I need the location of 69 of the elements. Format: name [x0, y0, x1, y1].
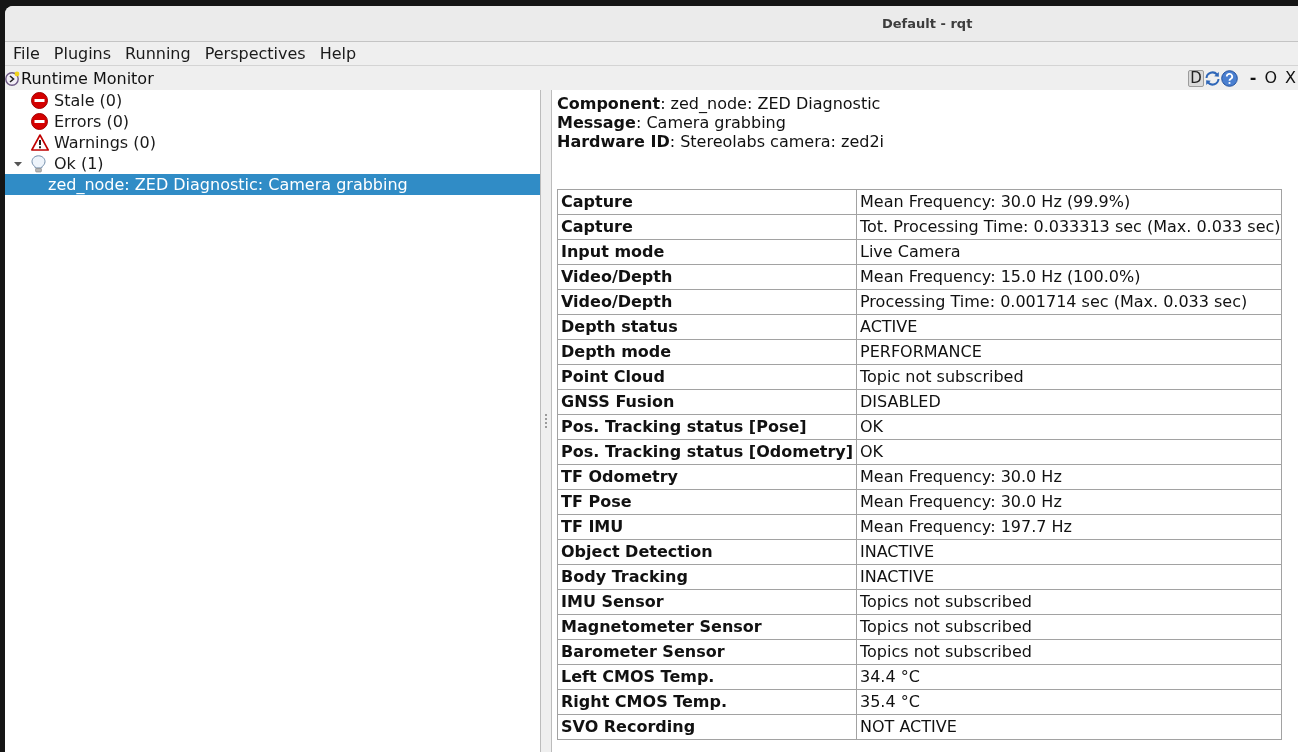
table-cell: Mean Frequency: 197.7 Hz: [856, 514, 1282, 540]
dock-window-button[interactable]: X: [1283, 69, 1298, 87]
table-cell: INACTIVE: [856, 564, 1282, 590]
table-cell: Pos. Tracking status [Pose]: [557, 414, 857, 440]
table-cell: TF Odometry: [557, 464, 857, 490]
table-cell: OK: [856, 439, 1282, 465]
table-cell: Input mode: [557, 239, 857, 265]
table-cell: Topic not subscribed: [856, 364, 1282, 390]
dock-title: Runtime Monitor: [21, 68, 154, 88]
no-entry-icon: [31, 113, 48, 130]
table-cell: Right CMOS Temp.: [557, 689, 857, 715]
menu-item[interactable]: Running: [118, 43, 198, 64]
menu-item[interactable]: Perspectives: [197, 43, 313, 64]
lightbulb-icon: [31, 154, 46, 173]
menu-item[interactable]: File: [6, 43, 47, 64]
tree-item[interactable]: Ok (1): [5, 153, 540, 174]
window-title: Default - rqt: [882, 16, 973, 31]
table-cell: GNSS Fusion: [557, 389, 857, 415]
table-cell: Topics not subscribed: [856, 614, 1282, 640]
help-icon[interactable]: [1220, 69, 1238, 87]
dock-window-button[interactable]: O: [1262, 69, 1280, 87]
tree-item[interactable]: Warnings (0): [5, 132, 540, 153]
detail-line: Component: zed_node: ZED Diagnostic: [557, 94, 881, 113]
table-cell: Processing Time: 0.001714 sec (Max. 0.033 sec): [856, 289, 1282, 315]
table-cell: Capture: [557, 214, 857, 240]
tree-item[interactable]: Stale (0): [5, 90, 540, 111]
table-cell: Mean Frequency: 30.0 Hz: [856, 489, 1282, 515]
table-cell: Mean Frequency: 15.0 Hz (100.0%): [856, 264, 1282, 290]
table-cell: Topics not subscribed: [856, 639, 1282, 665]
table-cell: Barometer Sensor: [557, 639, 857, 665]
table-cell: Point Cloud: [557, 364, 857, 390]
table-cell: DISABLED: [856, 389, 1282, 415]
menu-item[interactable]: Plugins: [46, 43, 119, 64]
table-cell: Mean Frequency: 30.0 Hz (99.9%): [856, 189, 1282, 215]
table-cell: Video/Depth: [557, 289, 857, 315]
tree-item[interactable]: zed_node: ZED Diagnostic: Camera grabbing: [5, 174, 540, 195]
table-cell: Pos. Tracking status [Odometry]: [557, 439, 857, 465]
table-cell: Topics not subscribed: [856, 589, 1282, 615]
table-cell: Body Tracking: [557, 564, 857, 590]
table-cell: Capture: [557, 189, 857, 215]
table-cell: Magnetometer Sensor: [557, 614, 857, 640]
table-cell: Video/Depth: [557, 264, 857, 290]
table-cell: NOT ACTIVE: [856, 714, 1282, 740]
table-cell: 34.4 °C: [856, 664, 1282, 690]
table-cell: PERFORMANCE: [856, 339, 1282, 365]
detail-line: Hardware ID: Stereolabs camera: zed2i: [557, 132, 884, 151]
table-cell: Mean Frequency: 30.0 Hz: [856, 464, 1282, 490]
dock-tool-button[interactable]: D: [1188, 69, 1204, 87]
table-cell: Depth mode: [557, 339, 857, 365]
table-cell: Left CMOS Temp.: [557, 664, 857, 690]
dock-window-button[interactable]: -: [1247, 69, 1259, 87]
warning-icon: [31, 134, 49, 151]
table-cell: OK: [856, 414, 1282, 440]
expand-caret-icon[interactable]: [14, 159, 22, 168]
table-cell: SVO Recording: [557, 714, 857, 740]
tree-item[interactable]: Errors (0): [5, 111, 540, 132]
table-cell: TF IMU: [557, 514, 857, 540]
table-cell: Object Detection: [557, 539, 857, 565]
table-cell: Depth status: [557, 314, 857, 340]
table-cell: INACTIVE: [856, 539, 1282, 565]
table-cell: ACTIVE: [856, 314, 1282, 340]
table-cell: IMU Sensor: [557, 589, 857, 615]
refresh-icon[interactable]: [1203, 69, 1221, 87]
table-cell: Tot. Processing Time: 0.033313 sec (Max. 0.033 sec): [856, 214, 1282, 240]
table-cell: TF Pose: [557, 489, 857, 515]
detail-line: Message: Camera grabbing: [557, 113, 786, 132]
table-cell: Live Camera: [856, 239, 1282, 265]
menu-item[interactable]: Help: [312, 43, 364, 64]
table-cell: 35.4 °C: [856, 689, 1282, 715]
